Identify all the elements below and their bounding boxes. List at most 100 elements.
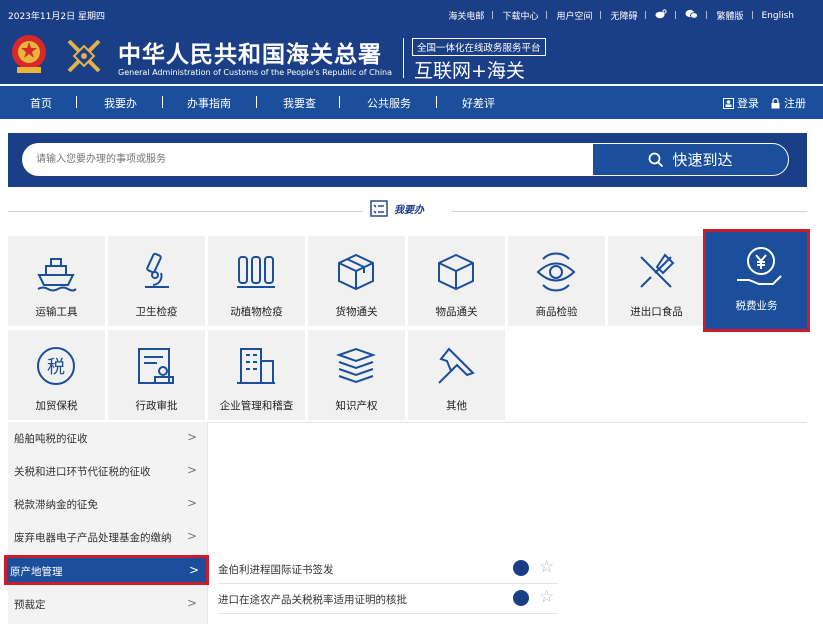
nav-separator	[162, 96, 163, 108]
checklist-icon	[370, 200, 388, 217]
ship-icon	[37, 258, 77, 292]
tile-label: 运输工具	[35, 306, 78, 318]
service-row[interactable]: 进口在途农产品关税税率适用证明的核批 ☆	[218, 584, 558, 614]
tax-circle-icon: 税	[37, 347, 75, 385]
site-title-en: General Administration of Customs of the…	[118, 68, 393, 77]
top-link-accessibility[interactable]: 无障碍	[601, 9, 647, 22]
cube-icon	[438, 253, 474, 291]
tile-health-quarantine[interactable]: 卫生检疫	[108, 236, 205, 326]
list-item-label: 预裁定	[14, 599, 46, 611]
compass-icon[interactable]	[513, 560, 529, 576]
nav-guide[interactable]: 办事指南	[187, 95, 231, 111]
list-item-waste-fund[interactable]: 废弃电器电子产品处理基金的缴纳 >	[8, 521, 207, 554]
list-item-label: 关税和进口环节代征税的征收	[14, 466, 151, 478]
nav-separator	[76, 96, 77, 108]
nav-handle[interactable]: 我要办	[104, 95, 137, 111]
fence-icon	[237, 256, 275, 288]
section-title: 我要办	[370, 200, 424, 217]
main-nav: 首页 我要办 办事指南 我要查 公共服务 好差评 登录 注册	[0, 86, 823, 119]
tile-goods-clearance[interactable]: 物品通关	[408, 236, 505, 326]
top-link-email[interactable]: 海关电邮	[439, 9, 494, 22]
tax-hand-icon	[737, 247, 782, 285]
nav-separator	[436, 96, 437, 108]
national-emblem-icon	[12, 35, 46, 73]
nav-separator	[339, 96, 340, 108]
tile-tax-business[interactable]: 税费业务	[703, 229, 810, 332]
approval-icon	[138, 348, 174, 384]
tile-label: 行政审批	[135, 400, 178, 412]
list-item-origin-management[interactable]: 原产地管理 >	[4, 555, 209, 585]
books-icon	[335, 347, 377, 384]
building-icon	[237, 348, 275, 384]
list-item-advance-ruling[interactable]: 预裁定 >	[8, 588, 207, 621]
star-icon[interactable]: ☆	[539, 557, 554, 577]
search-input[interactable]	[22, 143, 593, 176]
header-divider	[403, 38, 404, 78]
tile-admin-approval[interactable]: 行政审批	[108, 330, 205, 420]
list-item-tonnage-tax[interactable]: 船舶吨税的征收 >	[8, 422, 207, 455]
search-icon	[649, 152, 664, 167]
chevron-right-icon: >	[186, 596, 197, 610]
tile-import-export-food[interactable]: 进出口食品	[608, 236, 705, 326]
tile-label: 企业管理和稽查	[219, 400, 294, 412]
site-title-cn: 中华人民共和国海关总署	[118, 42, 382, 68]
quick-access-label: 快速到达	[672, 151, 733, 169]
top-link-user-space[interactable]: 用户空间	[547, 9, 602, 22]
service-label: 进口在途农产品关税税率适用证明的核批	[218, 594, 407, 606]
svg-text:税: 税	[47, 357, 65, 378]
nav-query[interactable]: 我要查	[283, 95, 316, 111]
top-link-download[interactable]: 下载中心	[493, 9, 548, 22]
chevron-right-icon: >	[186, 529, 197, 543]
wechat-icon[interactable]	[676, 9, 708, 22]
list-item-late-fee[interactable]: 税款滞纳金的征免 >	[8, 488, 207, 521]
tile-cargo-clearance[interactable]: 货物通关	[308, 236, 405, 326]
tile-label: 进出口食品	[630, 306, 683, 318]
customs-logo-icon	[67, 39, 101, 73]
compass-icon[interactable]	[513, 590, 529, 606]
chevron-right-icon: >	[186, 463, 197, 477]
tile-label: 物品通关	[435, 306, 478, 318]
register-label: 注册	[784, 97, 806, 110]
nav-home[interactable]: 首页	[30, 95, 52, 111]
tile-label: 货物通关	[335, 306, 378, 318]
top-links: 海关电邮 下载中心 用户空间 无障碍 繁體版 English	[439, 9, 803, 22]
tile-bonded-trade[interactable]: 税 加贸保税	[8, 330, 105, 420]
lock-icon	[771, 97, 780, 108]
list-item-label: 原产地管理	[10, 566, 63, 578]
tile-label: 动植物检疫	[230, 306, 283, 318]
tile-label: 商品检验	[535, 306, 578, 318]
tile-animal-plant-quarantine[interactable]: 动植物检疫	[208, 236, 305, 326]
weibo-icon[interactable]	[646, 9, 677, 22]
service-row[interactable]: 金伯利进程国际证书签发 ☆	[218, 554, 558, 584]
pin-icon	[438, 347, 475, 384]
section-title-text: 我要办	[394, 205, 424, 216]
tile-commodity-inspection[interactable]: 商品检验	[508, 236, 605, 326]
tile-other[interactable]: 其他	[408, 330, 505, 420]
section-divider	[452, 211, 807, 212]
tile-transport[interactable]: 运输工具	[8, 236, 105, 326]
fork-knife-icon	[640, 253, 675, 288]
tile-label: 卫生检疫	[135, 306, 178, 318]
current-date: 2023年11月2日 星期四	[8, 12, 105, 22]
star-icon[interactable]: ☆	[539, 587, 554, 607]
service-label: 金伯利进程国际证书签发	[218, 564, 334, 576]
top-link-traditional[interactable]: 繁體版	[707, 9, 753, 22]
list-item-customs-duty[interactable]: 关税和进口环节代征税的征收 >	[8, 455, 207, 488]
tile-label: 税费业务	[735, 300, 778, 312]
top-link-english[interactable]: English	[753, 11, 804, 21]
tile-enterprise-management[interactable]: 企业管理和稽查	[208, 330, 305, 420]
user-icon	[723, 97, 734, 109]
login-label: 登录	[737, 97, 759, 110]
list-item-label: 船舶吨税的征收	[14, 433, 88, 445]
login-link[interactable]: 登录	[723, 95, 759, 111]
register-link[interactable]: 注册	[770, 95, 806, 111]
section-divider	[8, 211, 363, 212]
nav-review[interactable]: 好差评	[462, 95, 495, 111]
chevron-right-icon: >	[186, 430, 197, 444]
eye-check-icon	[536, 252, 576, 292]
quick-access-button[interactable]: 快速到达	[592, 143, 789, 176]
tile-intellectual-property[interactable]: 知识产权	[308, 330, 405, 420]
chevron-right-icon: >	[186, 496, 197, 510]
nav-public-service[interactable]: 公共服务	[367, 95, 411, 111]
chevron-right-icon: >	[188, 563, 199, 577]
